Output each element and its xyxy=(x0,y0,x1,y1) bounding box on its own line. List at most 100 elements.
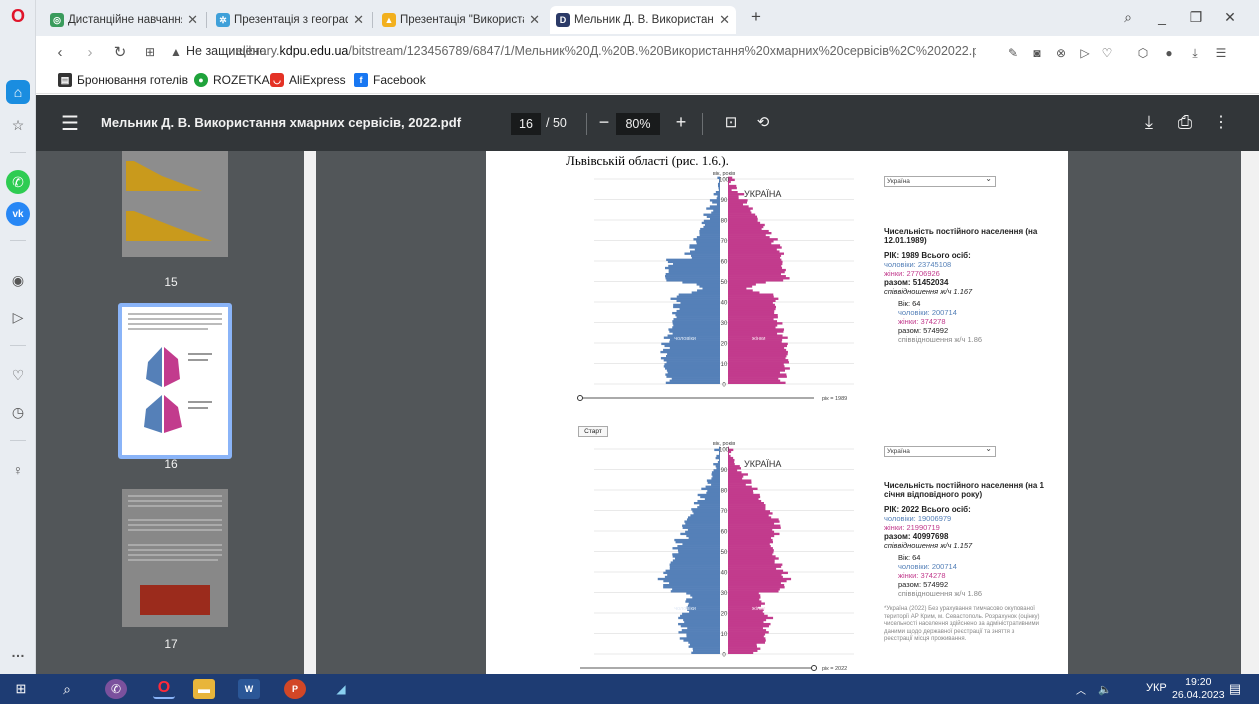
female-bar xyxy=(728,248,777,251)
close-window-icon[interactable]: ✕ xyxy=(1218,6,1242,28)
male-bar xyxy=(688,641,720,644)
male-bar xyxy=(717,195,720,198)
thumbnail-page-15[interactable] xyxy=(122,151,228,257)
zoom-input[interactable]: 80% xyxy=(616,113,660,135)
url-field[interactable]: elibrary.kdpu.edu.ua/bitstream/123456789… xyxy=(236,44,976,58)
close-icon[interactable]: ✕ xyxy=(529,12,540,28)
tab-melnyk-pdf[interactable]: D Мельник Д. В. Використан ✕ xyxy=(550,6,736,34)
bookmark-hotels[interactable]: ▤ Бронювання готелів xyxy=(58,73,188,87)
notifications-icon[interactable]: ▤ xyxy=(1224,679,1246,699)
cube-icon[interactable]: ⬡ xyxy=(1134,44,1152,62)
female-bar xyxy=(728,571,788,575)
more-icon[interactable]: … xyxy=(6,640,30,664)
male-bar xyxy=(664,363,720,366)
back-icon[interactable]: ‹ xyxy=(50,42,70,62)
male-bar xyxy=(663,579,720,583)
female-bar xyxy=(728,332,778,335)
bookmark-facebook[interactable]: f Facebook xyxy=(354,73,426,87)
camera-icon[interactable]: ◙ xyxy=(1028,44,1046,62)
heart-icon[interactable]: ♡ xyxy=(6,363,30,387)
print-icon[interactable]: ⎙ xyxy=(1172,109,1198,135)
search-icon[interactable]: ⌕ xyxy=(1116,6,1140,28)
rotate-icon[interactable]: ⟲ xyxy=(750,109,776,135)
male-label: чоловіки xyxy=(674,336,696,342)
male-bar xyxy=(701,487,720,490)
country-dropdown-2022[interactable]: Україна xyxy=(884,444,996,457)
male-bar xyxy=(672,553,720,556)
edit-icon[interactable]: ✎ xyxy=(1004,44,1022,62)
speed-dial-icon[interactable]: ⊞ xyxy=(140,42,160,62)
female-bar xyxy=(728,633,766,636)
download-icon[interactable]: ⤓ xyxy=(1136,109,1162,135)
reload-icon[interactable]: ↻ xyxy=(110,42,130,62)
clock[interactable]: 19:20 26.04.2023 xyxy=(1172,676,1225,702)
home-icon[interactable]: ⌂ xyxy=(6,80,30,104)
minimize-icon[interactable]: _ xyxy=(1150,6,1174,28)
female-bar xyxy=(728,316,778,319)
viber-icon[interactable]: ✆ xyxy=(105,679,127,699)
start-button[interactable]: Старт xyxy=(578,426,608,437)
male-bar xyxy=(682,543,720,546)
male-bar xyxy=(703,225,720,229)
history-icon[interactable]: ◷ xyxy=(6,400,30,424)
age-tick-label: 50 xyxy=(721,280,728,286)
male-bar xyxy=(693,502,720,505)
bookmark-aliexpress[interactable]: ◡ AliExpress xyxy=(270,73,346,87)
block-icon[interactable]: ⊗ xyxy=(1052,44,1070,62)
star-icon[interactable]: ☆ xyxy=(6,113,30,137)
zoom-out-icon[interactable]: − xyxy=(591,109,617,135)
heart-icon[interactable]: ♡ xyxy=(1098,44,1116,62)
female-bar xyxy=(728,456,734,460)
male-bar xyxy=(676,299,720,302)
thumbnail-scrollbar[interactable] xyxy=(304,151,316,674)
female-bar xyxy=(728,256,781,259)
close-icon[interactable]: ✕ xyxy=(719,12,730,28)
tab-usage-presentation[interactable]: ▲ Презентація "Використан ✕ xyxy=(376,6,546,34)
powerpoint-icon[interactable]: P xyxy=(284,679,306,699)
restore-icon[interactable]: ❐ xyxy=(1184,6,1208,28)
settings-icon[interactable]: ☰ xyxy=(1212,44,1230,62)
female-bar xyxy=(728,569,784,572)
close-icon[interactable]: ✕ xyxy=(353,12,364,28)
tab-geography-presentation[interactable]: ✲ Презентація з географії 6 ✕ xyxy=(210,6,370,34)
forward-icon[interactable]: › xyxy=(80,42,100,62)
female-bar xyxy=(728,195,739,198)
bookmark-rozetka[interactable]: ● ROZETKA xyxy=(194,73,270,87)
search-icon[interactable]: ⌕ xyxy=(56,679,78,699)
document-scrollbar[interactable] xyxy=(1241,151,1259,674)
thumbnail-preview xyxy=(128,313,222,433)
female-bar xyxy=(728,285,753,288)
send-icon[interactable]: ▷ xyxy=(6,305,30,329)
thumbnail-page-16[interactable] xyxy=(122,307,228,455)
send-icon[interactable]: ▷ xyxy=(1076,44,1094,62)
female-bar xyxy=(728,369,786,372)
female-bar xyxy=(728,575,783,579)
fit-page-icon[interactable]: ⊡ xyxy=(718,109,744,135)
male-bar xyxy=(699,234,720,237)
download-icon[interactable]: ⤓ xyxy=(1186,44,1204,62)
profile-icon[interactable]: ● xyxy=(1160,44,1178,62)
opera-icon[interactable]: O xyxy=(153,679,175,699)
country-dropdown-1989[interactable]: Україна xyxy=(884,174,996,187)
word-icon[interactable]: W xyxy=(238,679,260,699)
new-tab-icon[interactable]: + xyxy=(744,6,768,28)
close-icon[interactable]: ✕ xyxy=(187,12,198,28)
whatsapp-icon[interactable]: ✆ xyxy=(6,170,30,194)
language-indicator[interactable]: УКР xyxy=(1146,682,1167,694)
lightbulb-icon[interactable]: ♀ xyxy=(6,458,30,482)
zoom-in-icon[interactable]: + xyxy=(668,109,694,135)
app-icon[interactable]: ◢ xyxy=(330,679,352,699)
opera-logo-icon[interactable]: O xyxy=(6,4,30,28)
file-explorer-icon[interactable]: ▬ xyxy=(193,679,215,699)
volume-icon[interactable]: 🔈 xyxy=(1094,679,1116,699)
tab-distance-learning[interactable]: ◎ Дистанційне навчання чи ✕ xyxy=(44,6,204,34)
more-options-icon[interactable]: ⋮ xyxy=(1208,109,1234,135)
thumbnail-page-17[interactable] xyxy=(122,489,228,627)
menu-icon[interactable]: ☰ xyxy=(61,111,79,136)
page-number-input[interactable]: 16 xyxy=(511,113,541,135)
player-icon[interactable]: ◉ xyxy=(6,268,30,292)
vk-icon[interactable]: vk xyxy=(6,202,30,226)
windows-start-icon[interactable]: ⊞ xyxy=(10,679,32,699)
male-bar xyxy=(678,616,720,620)
tray-up-icon[interactable]: ︿ xyxy=(1070,679,1092,699)
